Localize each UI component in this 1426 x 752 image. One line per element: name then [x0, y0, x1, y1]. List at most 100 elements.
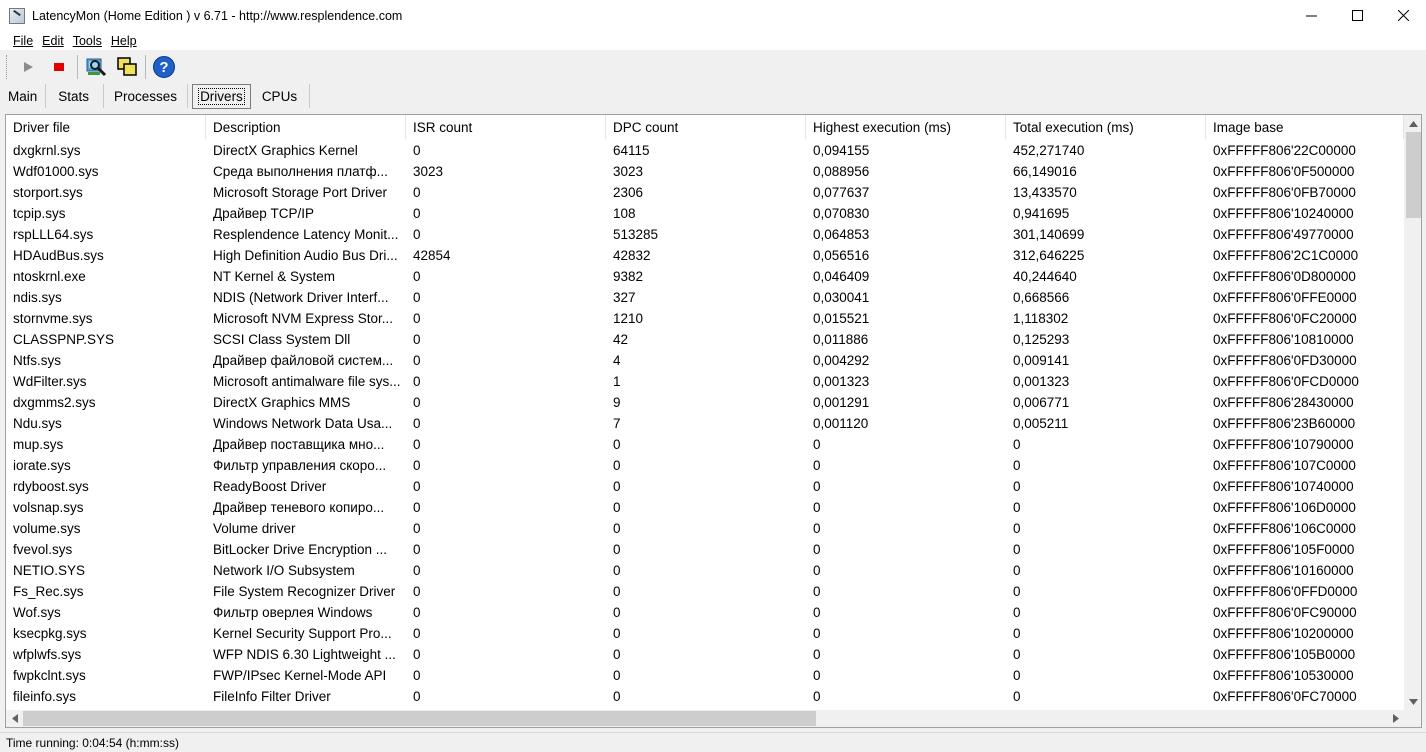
scroll-up-button[interactable]	[1405, 115, 1421, 132]
menu-tools[interactable]: Tools	[73, 34, 102, 48]
table-row[interactable]: fvevol.sys BitLocker Drive Encryption ...…	[6, 539, 1404, 560]
table-row[interactable]: stornvme.sys Microsoft NVM Express Stor..…	[6, 308, 1404, 329]
column-header[interactable]: Image base	[1206, 115, 1404, 139]
table-row[interactable]: ntoskrnl.exe NT Kernel & System 0 9382 0,046…	[6, 266, 1404, 287]
table-cell: 0	[413, 668, 421, 683]
table-cell: CLASSPNP.SYS	[13, 332, 115, 347]
drivers-table[interactable]: Driver file Description ISR count DPC co…	[5, 114, 1422, 728]
table-cell: Kernel Security Support Pro...	[213, 626, 392, 641]
table-cell: 0	[613, 521, 621, 536]
table-row[interactable]: rspLLL64.sys Resplendence Latency Monit..…	[6, 224, 1404, 245]
window-controls	[1288, 0, 1426, 31]
table-cell: 0	[1013, 689, 1021, 704]
close-button[interactable]	[1380, 0, 1426, 31]
table-row[interactable]: WdFilter.sys Microsoft antimalware file s…	[6, 371, 1404, 392]
vertical-scrollbar[interactable]	[1404, 115, 1421, 710]
table-row[interactable]: CLASSPNP.SYS SCSI Class System Dll 0 42 0,01…	[6, 329, 1404, 350]
table-cell: 7	[613, 416, 621, 431]
table-cell: 0xFFFFF806'10200000	[1213, 626, 1354, 641]
table-cell: 0	[813, 647, 821, 662]
table-row[interactable]: dxgmms2.sys DirectX Graphics MMS 0 9 0,00129…	[6, 392, 1404, 413]
table-cell: 42	[613, 332, 629, 347]
status-time-running: Time running: 0:04:54 (h:mm:ss)	[6, 735, 179, 750]
table-cell: 0	[413, 458, 421, 473]
tab-stats[interactable]: Stats	[46, 84, 105, 108]
table-cell: 0xFFFFF806'10240000	[1213, 206, 1354, 221]
table-cell: 0xFFFFF806'10790000	[1213, 437, 1354, 452]
table-row[interactable]: fwpkclnt.sys FWP/IPsec Kernel-Mode API 0 0 0…	[6, 665, 1404, 686]
column-header[interactable]: Driver file	[6, 115, 206, 139]
column-header[interactable]: Total execution (ms)	[1006, 115, 1206, 139]
table-cell: 0	[613, 647, 621, 662]
status-bar: Time running: 0:04:54 (h:mm:ss)	[0, 732, 1426, 752]
table-row[interactable]: fileinfo.sys FileInfo Filter Driver 0 0 0 0 0x…	[6, 686, 1404, 707]
table-cell: 0xFFFFF806'28430000	[1213, 395, 1354, 410]
find-drivers-button[interactable]	[83, 55, 109, 79]
table-cell: 4	[613, 353, 621, 368]
scroll-right-button[interactable]	[1387, 710, 1404, 727]
horizontal-scroll-thumb[interactable]	[23, 711, 816, 726]
table-cell: 0	[613, 626, 621, 641]
tab-cpus[interactable]: CPUs	[251, 84, 311, 108]
menu-help[interactable]: Help	[111, 34, 137, 48]
table-cell: NETIO.SYS	[13, 563, 86, 578]
scroll-left-button[interactable]	[6, 710, 23, 727]
help-button[interactable]: ?	[151, 55, 177, 79]
table-cell: 0xFFFFF806'0F500000	[1213, 164, 1355, 179]
table-cell: 0,056516	[813, 248, 870, 263]
tab-processes[interactable]: Processes	[104, 84, 189, 108]
table-row[interactable]: storport.sys Microsoft Storage Port Drive…	[6, 182, 1404, 203]
column-header[interactable]: Highest execution (ms)	[806, 115, 1006, 139]
table-cell: 0	[413, 605, 421, 620]
scroll-down-button[interactable]	[1405, 693, 1421, 710]
table-row[interactable]: mup.sys Драйвер поставщика мно... 0 0 0 0 0xFF…	[6, 434, 1404, 455]
table-cell: 0,941695	[1013, 206, 1070, 221]
table-cell: fvevol.sys	[13, 542, 73, 557]
table-row[interactable]: Fs_Rec.sys File System Recognizer Driver 0…	[6, 581, 1404, 602]
table-row[interactable]: iorate.sys Фильтр управления скоро... 0 0 0 0…	[6, 455, 1404, 476]
column-header[interactable]: Description	[206, 115, 406, 139]
menu-edit[interactable]: Edit	[42, 34, 64, 48]
windows-button[interactable]	[114, 55, 140, 79]
table-row[interactable]: ndis.sys NDIS (Network Driver Interf... 0 3…	[6, 287, 1404, 308]
table-row[interactable]: volsnap.sys Драйвер теневого копиро... 0 0 0…	[6, 497, 1404, 518]
table-row[interactable]: dxgkrnl.sys DirectX Graphics Kernel 0 64115…	[6, 140, 1404, 161]
table-cell: rspLLL64.sys	[13, 227, 94, 242]
table-row[interactable]: Ntfs.sys Драйвер файловой систем... 0 4 0,00…	[6, 350, 1404, 371]
stop-button[interactable]	[46, 55, 72, 79]
minimize-button[interactable]	[1288, 0, 1334, 31]
table-row[interactable]: tcpip.sys Драйвер TCP/IP 0 108 0,070830 0,941…	[6, 203, 1404, 224]
vertical-scroll-thumb[interactable]	[1406, 132, 1421, 218]
table-cell: 0	[613, 563, 621, 578]
table-cell: 0xFFFFF806'10810000	[1213, 332, 1354, 347]
table-row[interactable]: wfplwfs.sys WFP NDIS 6.30 Lightweight ...…	[6, 644, 1404, 665]
table-row[interactable]: NETIO.SYS Network I/O Subsystem 0 0 0 0 0xFFFF…	[6, 560, 1404, 581]
table-row[interactable]: Wdf01000.sys Среда выполнения платф... 302…	[6, 161, 1404, 182]
table-cell: Среда выполнения платф...	[213, 164, 388, 179]
tab-drivers[interactable]: Drivers	[192, 84, 251, 109]
table-cell: 312,646225	[1013, 248, 1085, 263]
start-button[interactable]	[15, 55, 41, 79]
table-cell: 0xFFFFF806'0FFD0000	[1213, 584, 1358, 599]
toolbar-separator	[77, 55, 78, 79]
table-row[interactable]: Ndu.sys Windows Network Data Usa... 0 7 0,00…	[6, 413, 1404, 434]
table-cell: 0	[413, 185, 421, 200]
table-row[interactable]: HDAudBus.sys High Definition Audio Bus Dr…	[6, 245, 1404, 266]
table-cell: 0,001291	[813, 395, 870, 410]
table-row[interactable]: ksecpkg.sys Kernel Security Support Pro..…	[6, 623, 1404, 644]
tab-main[interactable]: Main	[0, 84, 47, 108]
horizontal-scrollbar[interactable]	[6, 710, 1404, 727]
table-cell: 0	[413, 416, 421, 431]
table-cell: 0	[613, 458, 621, 473]
table-cell: 0,668566	[1013, 290, 1070, 305]
table-row[interactable]: Wof.sys Фильтр оверлея Windows 0 0 0 0 0xFFFFF…	[6, 602, 1404, 623]
table-cell: FWP/IPsec Kernel-Mode API	[213, 668, 387, 683]
menu-file-label: File	[13, 33, 34, 48]
maximize-button[interactable]	[1334, 0, 1380, 31]
menu-file[interactable]: File	[13, 34, 33, 48]
table-row[interactable]: volume.sys Volume driver 0 0 0 0 0xFFFFF806'10…	[6, 518, 1404, 539]
table-cell: 0	[813, 500, 821, 515]
table-row[interactable]: rdyboost.sys ReadyBoost Driver 0 0 0 0 0xFFFFF…	[6, 476, 1404, 497]
column-header[interactable]: ISR count	[406, 115, 606, 139]
column-header[interactable]: DPC count	[606, 115, 806, 139]
